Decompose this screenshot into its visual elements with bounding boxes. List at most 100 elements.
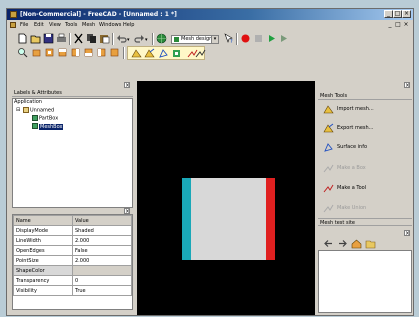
export-mesh-label: Export mesh... bbox=[337, 125, 374, 131]
property-value[interactable]: Shaded bbox=[72, 225, 132, 236]
mesh-box[interactable] bbox=[182, 178, 275, 260]
home-icon[interactable] bbox=[351, 238, 362, 249]
close-button[interactable]: × bbox=[402, 10, 411, 18]
property-name: PointSize bbox=[13, 255, 73, 266]
table-row[interactable]: LineWidth 2.000 bbox=[13, 235, 132, 246]
chevron-down-icon[interactable]: ▾ bbox=[211, 36, 218, 43]
property-value[interactable]: 2.000 bbox=[72, 235, 132, 246]
table-row[interactable]: Visibility True bbox=[13, 285, 132, 296]
mdi-close-button[interactable]: × bbox=[403, 22, 409, 28]
export-mesh-icon[interactable] bbox=[144, 48, 155, 59]
make-union-item[interactable]: Make Union bbox=[323, 201, 366, 215]
import-mesh-label: Import mesh... bbox=[337, 106, 374, 112]
toolbar-separator bbox=[112, 33, 114, 45]
view-front-icon[interactable] bbox=[44, 47, 55, 58]
menu-file[interactable]: File bbox=[20, 22, 28, 29]
menu-view[interactable]: View bbox=[49, 22, 61, 29]
paste-icon[interactable] bbox=[99, 33, 110, 44]
svg-text:?: ? bbox=[230, 39, 233, 44]
tree-child-label: PartBox bbox=[39, 115, 59, 122]
view-top-icon[interactable] bbox=[57, 47, 68, 58]
new-document-icon[interactable] bbox=[17, 33, 28, 44]
zoom-icon[interactable] bbox=[17, 47, 28, 58]
redo-icon[interactable] bbox=[134, 33, 145, 44]
surface-info-item[interactable]: Surface info bbox=[323, 140, 367, 154]
menu-tools[interactable]: Tools bbox=[65, 22, 77, 29]
open-folder-icon[interactable] bbox=[365, 238, 376, 249]
minimize-button[interactable]: _ bbox=[384, 10, 393, 18]
run-macro-icon[interactable] bbox=[266, 33, 277, 44]
workbench-globe-icon[interactable] bbox=[156, 33, 167, 44]
redo-dropdown-icon[interactable]: ▾ bbox=[145, 37, 148, 43]
undo-icon[interactable] bbox=[116, 33, 127, 44]
forward-arrow-icon[interactable] bbox=[337, 238, 348, 249]
workbench-selector[interactable]: Mesh design ▾ bbox=[171, 35, 219, 44]
app-icon bbox=[10, 11, 17, 18]
table-row[interactable]: ShapeColor bbox=[13, 265, 132, 276]
property-value[interactable]: 0 bbox=[72, 275, 132, 286]
mesh-workbench-icon bbox=[174, 37, 179, 42]
surface-info-icon[interactable] bbox=[158, 48, 169, 59]
document-icon bbox=[10, 22, 16, 28]
open-folder-icon[interactable] bbox=[30, 33, 41, 44]
property-name-header[interactable]: Name bbox=[13, 215, 73, 226]
whats-this-icon[interactable]: ? bbox=[223, 33, 234, 44]
import-mesh-icon[interactable] bbox=[131, 48, 142, 59]
make-box-item[interactable]: Make a Box bbox=[323, 161, 366, 175]
view-rear-icon[interactable] bbox=[83, 47, 94, 58]
view-left-icon[interactable] bbox=[109, 47, 120, 58]
table-row[interactable]: DisplayMode Shaded bbox=[13, 225, 132, 236]
property-value[interactable]: True bbox=[72, 285, 132, 296]
table-row[interactable]: Transparency 0 bbox=[13, 275, 132, 286]
make-tool-item[interactable]: Make a Tool bbox=[323, 181, 366, 195]
table-row[interactable]: OpenEdges False bbox=[13, 245, 132, 256]
print-icon[interactable] bbox=[56, 33, 67, 44]
part-node-icon bbox=[32, 115, 38, 121]
menu-bar: File Edit View Tools Mesh Windows Help bbox=[7, 21, 413, 30]
tree-expand-icon[interactable]: ⊟ bbox=[16, 107, 20, 114]
make-box-toolbar-icon[interactable] bbox=[171, 48, 182, 59]
property-value-header[interactable]: Value bbox=[72, 215, 132, 226]
3d-viewport[interactable] bbox=[137, 81, 315, 315]
mdi-restore-button[interactable]: □ bbox=[395, 22, 401, 28]
stop-macro-icon[interactable] bbox=[253, 33, 264, 44]
tree-document-node[interactable]: Unnamed bbox=[23, 107, 54, 115]
property-value[interactable]: 2.000 bbox=[72, 255, 132, 266]
tree-panel-close-icon[interactable]: × bbox=[124, 82, 130, 89]
step-macro-icon[interactable] bbox=[279, 33, 290, 44]
tree-document-label: Unnamed bbox=[30, 107, 55, 114]
export-mesh-item[interactable]: Export mesh... bbox=[323, 121, 373, 135]
view-axonometric-icon[interactable] bbox=[31, 47, 42, 58]
tree-child-meshbox[interactable]: MeshBox bbox=[32, 123, 64, 131]
menu-windows[interactable]: Windows bbox=[99, 22, 121, 29]
menu-mesh[interactable]: Mesh bbox=[82, 22, 95, 29]
tree-panel-title: Labels & Attributes bbox=[12, 89, 133, 97]
import-mesh-item[interactable]: Import mesh... bbox=[323, 102, 374, 116]
properties-panel: Name Value DisplayMode Shaded LineWidth 2.… bbox=[12, 214, 133, 310]
view-right-icon[interactable] bbox=[70, 47, 81, 58]
main-toolbar: ▾ ▾ Mesh design ▾ ? bbox=[7, 32, 413, 46]
freecad-window: [Non-Commercial] - FreeCAD - [Unnamed : … bbox=[6, 8, 414, 316]
table-row[interactable]: PointSize 2.000 bbox=[13, 255, 132, 266]
mesh-tools-close-icon[interactable]: × bbox=[404, 82, 410, 89]
toolbar-separator bbox=[152, 33, 154, 45]
record-macro-icon[interactable] bbox=[240, 33, 251, 44]
menu-edit[interactable]: Edit bbox=[34, 22, 44, 29]
cut-icon[interactable] bbox=[73, 33, 84, 44]
test-site-close-icon[interactable]: × bbox=[404, 230, 410, 237]
copy-icon[interactable] bbox=[86, 33, 97, 44]
property-value-color[interactable] bbox=[72, 265, 132, 276]
undo-dropdown-icon[interactable]: ▾ bbox=[127, 37, 130, 43]
back-arrow-icon[interactable] bbox=[323, 238, 334, 249]
property-value[interactable]: False bbox=[72, 245, 132, 256]
maximize-button[interactable]: □ bbox=[393, 10, 402, 18]
tree-root-label: Application bbox=[14, 99, 42, 105]
make-union-toolbar-icon[interactable] bbox=[195, 48, 206, 59]
menu-help[interactable]: Help bbox=[123, 22, 134, 29]
view-bottom-icon[interactable] bbox=[96, 47, 107, 58]
tree-panel: Application ⊟ Unnamed PartBox MeshBox bbox=[12, 98, 133, 208]
tree-child-partbox[interactable]: PartBox bbox=[32, 115, 58, 123]
title-bar[interactable]: [Non-Commercial] - FreeCAD - [Unnamed : … bbox=[7, 9, 413, 20]
save-icon[interactable] bbox=[43, 33, 54, 44]
mdi-minimize-button[interactable]: _ bbox=[387, 22, 393, 28]
